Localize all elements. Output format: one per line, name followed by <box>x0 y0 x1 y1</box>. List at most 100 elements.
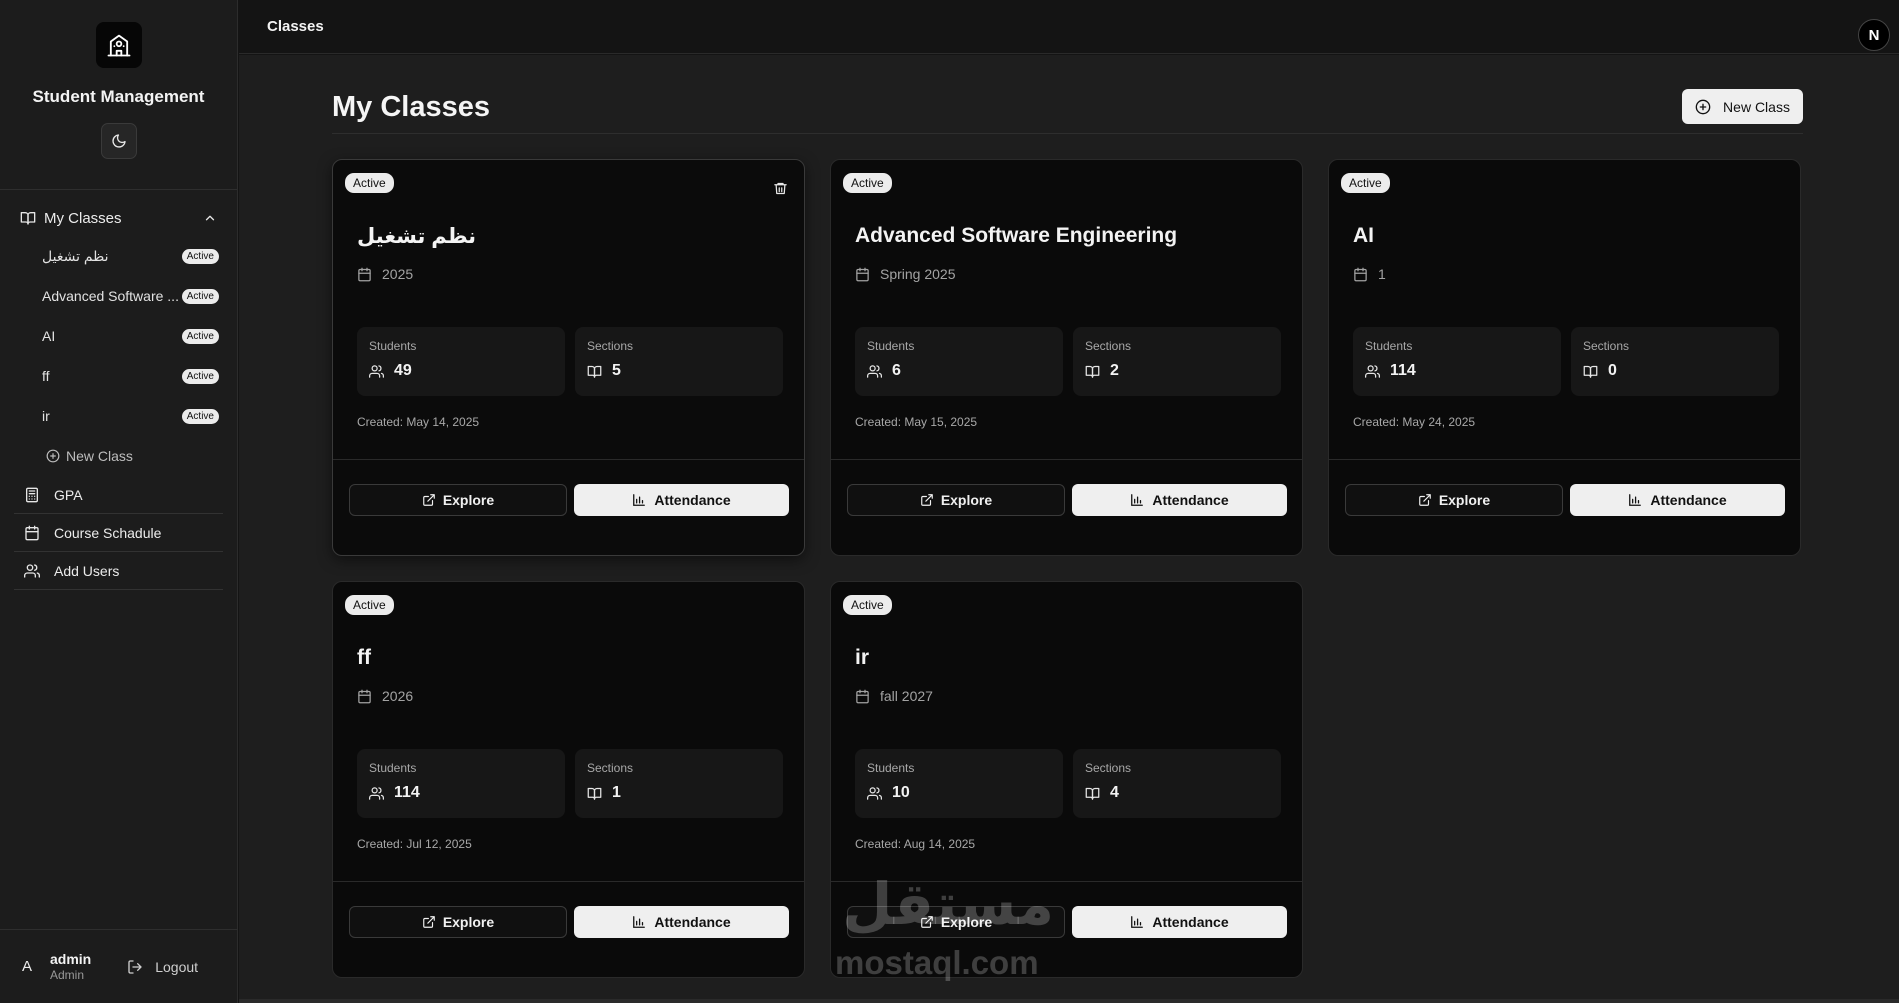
class-title: ff <box>357 646 371 669</box>
explore-button[interactable]: Explore <box>1345 484 1563 516</box>
card-divider <box>1329 459 1800 460</box>
sidebar-item-label: GPA <box>54 486 83 503</box>
calendar-icon <box>358 267 371 281</box>
external-link-icon <box>920 916 933 928</box>
sections-count: 4 <box>1110 784 1119 801</box>
status-badge: Active <box>181 368 219 384</box>
sections-count: 1 <box>612 784 621 801</box>
stat-label: Students <box>1365 339 1413 353</box>
explore-label: Explore <box>442 914 495 930</box>
logout-icon <box>128 959 142 974</box>
class-title: AI <box>1353 224 1374 247</box>
external-link-icon <box>920 494 933 506</box>
sidebar-class-item[interactable]: ff Active <box>14 356 223 396</box>
book-open-icon <box>20 212 36 225</box>
class-title: نظم تشغيل <box>357 225 477 248</box>
bottom-scroll-strip <box>239 999 1899 1003</box>
logout-button[interactable]: Logout <box>127 959 198 975</box>
sidebar-class-item[interactable]: Advanced Software ... Active <box>14 276 223 316</box>
class-card: Active AI 1 Students 114 Sections 0 Crea… <box>1328 159 1801 556</box>
new-class-button-label: New Class <box>1723 98 1790 115</box>
sidebar-item-course-schedule[interactable]: Course Schadule <box>14 514 223 552</box>
page-title: My Classes <box>332 91 490 123</box>
created-date: Created: May 14, 2025 <box>357 415 480 429</box>
sections-stat: Sections 5 <box>575 327 783 396</box>
next-logo-icon[interactable]: N <box>1858 19 1890 51</box>
sections-stat: Sections 4 <box>1073 749 1281 818</box>
users-icon <box>867 364 882 378</box>
attendance-button[interactable]: Attendance <box>574 906 789 938</box>
class-term: 1 <box>1378 266 1386 282</box>
stat-label: Students <box>867 339 915 353</box>
attendance-label: Attendance <box>1152 492 1229 508</box>
sidebar-new-class-link[interactable]: New Class <box>14 436 223 476</box>
explore-button[interactable]: Explore <box>847 484 1065 516</box>
sidebar-class-item[interactable]: نظم تشغيل Active <box>14 236 223 276</box>
sidebar-brand: Student Management <box>0 0 237 190</box>
class-term: 2025 <box>382 266 414 282</box>
stat-label: Sections <box>1085 761 1132 775</box>
book-open-icon <box>1085 365 1100 378</box>
sections-stat: Sections 0 <box>1571 327 1779 396</box>
my-classes-label: My Classes <box>44 209 122 227</box>
book-open-icon <box>1583 365 1598 378</box>
stat-label: Sections <box>587 761 634 775</box>
book-open-icon <box>1085 787 1100 800</box>
card-divider <box>831 459 1302 460</box>
book-open-icon <box>587 365 602 378</box>
students-stat: Students 114 <box>357 749 565 818</box>
created-date: Created: May 24, 2025 <box>1353 415 1476 429</box>
calendar-icon <box>856 267 869 281</box>
attendance-label: Attendance <box>1650 492 1727 508</box>
students-count: 6 <box>892 362 901 379</box>
sidebar-class-item[interactable]: ir Active <box>14 396 223 436</box>
class-card: Active ff 2026 Students 114 Sections 1 C… <box>332 581 805 978</box>
sidebar-item-gpa[interactable]: GPA <box>14 476 223 514</box>
students-stat: Students 6 <box>855 327 1063 396</box>
attendance-button[interactable]: Attendance <box>1570 484 1785 516</box>
bar-chart-icon <box>1629 494 1642 506</box>
explore-button[interactable]: Explore <box>349 906 567 938</box>
breadcrumb: Classes <box>267 18 324 35</box>
status-badge: Active <box>181 288 219 304</box>
external-link-icon <box>422 916 435 928</box>
sidebar-class-name: ir <box>42 408 50 424</box>
users-icon <box>1365 364 1380 378</box>
students-count: 114 <box>1390 362 1416 379</box>
users-icon <box>867 786 882 800</box>
students-count: 10 <box>892 784 910 801</box>
status-badge: Active <box>843 595 892 615</box>
plus-circle-icon <box>46 449 60 463</box>
delete-class-button[interactable] <box>773 181 788 196</box>
sidebar-class-item[interactable]: AI Active <box>14 316 223 356</box>
sidebar-class-name: نظم تشغيل <box>42 247 109 264</box>
created-date: Created: Jul 12, 2025 <box>357 837 472 851</box>
chevron-up-icon <box>205 215 215 221</box>
class-term: Spring 2025 <box>880 266 956 282</box>
attendance-label: Attendance <box>654 914 731 930</box>
calendar-icon <box>358 689 371 703</box>
attendance-button[interactable]: Attendance <box>1072 906 1287 938</box>
card-divider <box>831 881 1302 882</box>
stat-label: Sections <box>1583 339 1630 353</box>
status-badge: Active <box>345 173 394 193</box>
page-header: My Classes New Class <box>332 89 1803 134</box>
new-class-button[interactable]: New Class <box>1682 89 1803 124</box>
explore-button[interactable]: Explore <box>847 906 1065 938</box>
explore-button[interactable]: Explore <box>349 484 567 516</box>
class-card: Active نظم تشغيل 2025 Students 49 Sectio… <box>332 159 805 556</box>
sections-stat: Sections 2 <box>1073 327 1281 396</box>
stat-label: Students <box>369 761 417 775</box>
my-classes-toggle[interactable]: My Classes <box>14 206 223 230</box>
status-badge: Active <box>1341 173 1390 193</box>
attendance-button[interactable]: Attendance <box>574 484 789 516</box>
sidebar-new-class-label: New Class <box>66 448 133 464</box>
bar-chart-icon <box>1131 916 1144 928</box>
sidebar-class-name: Advanced Software ... <box>42 288 178 304</box>
sidebar-class-name: AI <box>42 328 56 344</box>
theme-toggle-button[interactable] <box>100 123 137 159</box>
avatar: A <box>21 958 32 975</box>
sidebar-item-add-users[interactable]: Add Users <box>14 552 223 590</box>
attendance-button[interactable]: Attendance <box>1072 484 1287 516</box>
created-date: Created: Aug 14, 2025 <box>855 837 976 851</box>
